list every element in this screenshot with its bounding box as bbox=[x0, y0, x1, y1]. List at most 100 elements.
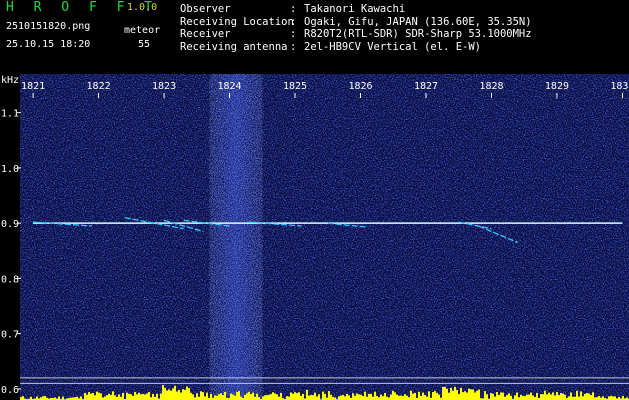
level-bar bbox=[450, 387, 452, 400]
level-bar bbox=[412, 393, 414, 400]
level-bar bbox=[472, 389, 474, 400]
level-bar bbox=[454, 386, 456, 400]
level-bar bbox=[114, 395, 116, 400]
level-bar bbox=[220, 393, 222, 400]
level-bar bbox=[90, 393, 92, 400]
level-bar bbox=[506, 395, 508, 400]
level-bar bbox=[434, 390, 436, 400]
y-tick-label: 0.8 bbox=[1, 274, 19, 285]
level-bar bbox=[266, 395, 268, 400]
y-tick-label: 0.7 bbox=[1, 330, 19, 341]
level-bar bbox=[484, 391, 486, 400]
level-bar bbox=[206, 392, 208, 400]
level-bar bbox=[414, 392, 416, 400]
level-bar bbox=[546, 394, 548, 400]
level-bar bbox=[272, 392, 274, 400]
level-bar bbox=[384, 392, 386, 400]
level-bar bbox=[172, 388, 174, 400]
level-bar bbox=[446, 388, 448, 400]
level-bar bbox=[570, 392, 572, 400]
detection-label: meteor bbox=[124, 25, 161, 36]
level-bar bbox=[298, 392, 300, 400]
level-bar bbox=[122, 392, 124, 400]
level-bar bbox=[562, 393, 564, 400]
level-bar bbox=[314, 392, 316, 400]
level-bar bbox=[246, 393, 248, 400]
level-bar bbox=[558, 395, 560, 400]
level-bar bbox=[588, 393, 590, 400]
level-bar bbox=[494, 396, 496, 400]
level-bar bbox=[96, 391, 98, 400]
level-bar bbox=[250, 394, 252, 400]
level-bar bbox=[342, 394, 344, 400]
level-bar bbox=[536, 392, 538, 400]
level-bar bbox=[398, 395, 400, 400]
level-bar bbox=[374, 391, 376, 400]
level-bar bbox=[106, 395, 108, 400]
level-bar bbox=[568, 396, 570, 400]
level-bar bbox=[584, 393, 586, 400]
level-bar bbox=[410, 390, 412, 400]
level-bar bbox=[520, 394, 522, 400]
noise-texture bbox=[20, 74, 629, 400]
level-bar bbox=[88, 392, 90, 400]
level-bar bbox=[84, 392, 86, 400]
level-bar bbox=[586, 393, 588, 400]
level-bar bbox=[128, 393, 130, 400]
level-bar bbox=[144, 394, 146, 400]
level-bar bbox=[406, 395, 408, 400]
level-bar bbox=[348, 395, 350, 400]
noise-band-speckle bbox=[209, 74, 263, 400]
spectrogram: kHz 1821 1822 1823 1824 1825 1826 1827 1828 1829 1… bbox=[0, 74, 629, 400]
level-bar bbox=[402, 395, 404, 400]
level-bar bbox=[478, 389, 480, 400]
level-bar bbox=[126, 392, 128, 400]
x-tick-label: 1826 bbox=[348, 81, 372, 92]
level-bar bbox=[178, 389, 180, 400]
level-bar bbox=[216, 395, 218, 400]
level-bar bbox=[218, 394, 220, 400]
level-bar bbox=[370, 393, 372, 400]
level-bar bbox=[276, 394, 278, 400]
level-bar bbox=[474, 392, 476, 400]
y-tick-label: 1.0 bbox=[1, 164, 19, 175]
level-bar bbox=[462, 392, 464, 400]
level-bar bbox=[278, 396, 280, 400]
level-bar bbox=[420, 395, 422, 400]
level-bar bbox=[330, 394, 332, 400]
level-bar bbox=[148, 391, 150, 400]
level-bar bbox=[438, 394, 440, 400]
level-bar bbox=[376, 395, 378, 400]
level-bar bbox=[264, 395, 266, 400]
level-bar bbox=[590, 395, 592, 400]
level-bar bbox=[444, 386, 446, 400]
info-row-antenna: Receiving antenna: 2el-HB9CV Vertical (e… bbox=[180, 40, 482, 53]
level-bar bbox=[470, 389, 472, 400]
level-bar bbox=[368, 393, 370, 400]
level-bar bbox=[210, 393, 212, 400]
detection-count: 55 bbox=[138, 39, 151, 50]
level-bar bbox=[340, 395, 342, 400]
level-bar bbox=[168, 389, 170, 400]
level-bar bbox=[508, 393, 510, 400]
level-bar bbox=[98, 392, 100, 400]
level-bar bbox=[510, 395, 512, 400]
level-bar bbox=[240, 396, 242, 400]
level-bar bbox=[36, 396, 38, 400]
level-bar bbox=[112, 391, 114, 400]
level-bar bbox=[160, 393, 162, 400]
level-bar bbox=[132, 395, 134, 400]
level-bar bbox=[238, 391, 240, 400]
level-bar bbox=[200, 391, 202, 400]
level-bar bbox=[422, 392, 424, 400]
level-bar bbox=[164, 387, 166, 400]
level-bar bbox=[622, 395, 624, 400]
level-bar bbox=[560, 392, 562, 400]
info-row-location: Receiving Location: Ogaki, Gifu, JAPAN (… bbox=[180, 15, 532, 28]
x-tick-label: 1825 bbox=[283, 81, 307, 92]
info-key: Observer bbox=[180, 3, 231, 15]
level-bar bbox=[404, 394, 406, 400]
level-bar bbox=[338, 396, 340, 400]
level-bar bbox=[170, 390, 172, 400]
level-bar bbox=[244, 394, 246, 400]
